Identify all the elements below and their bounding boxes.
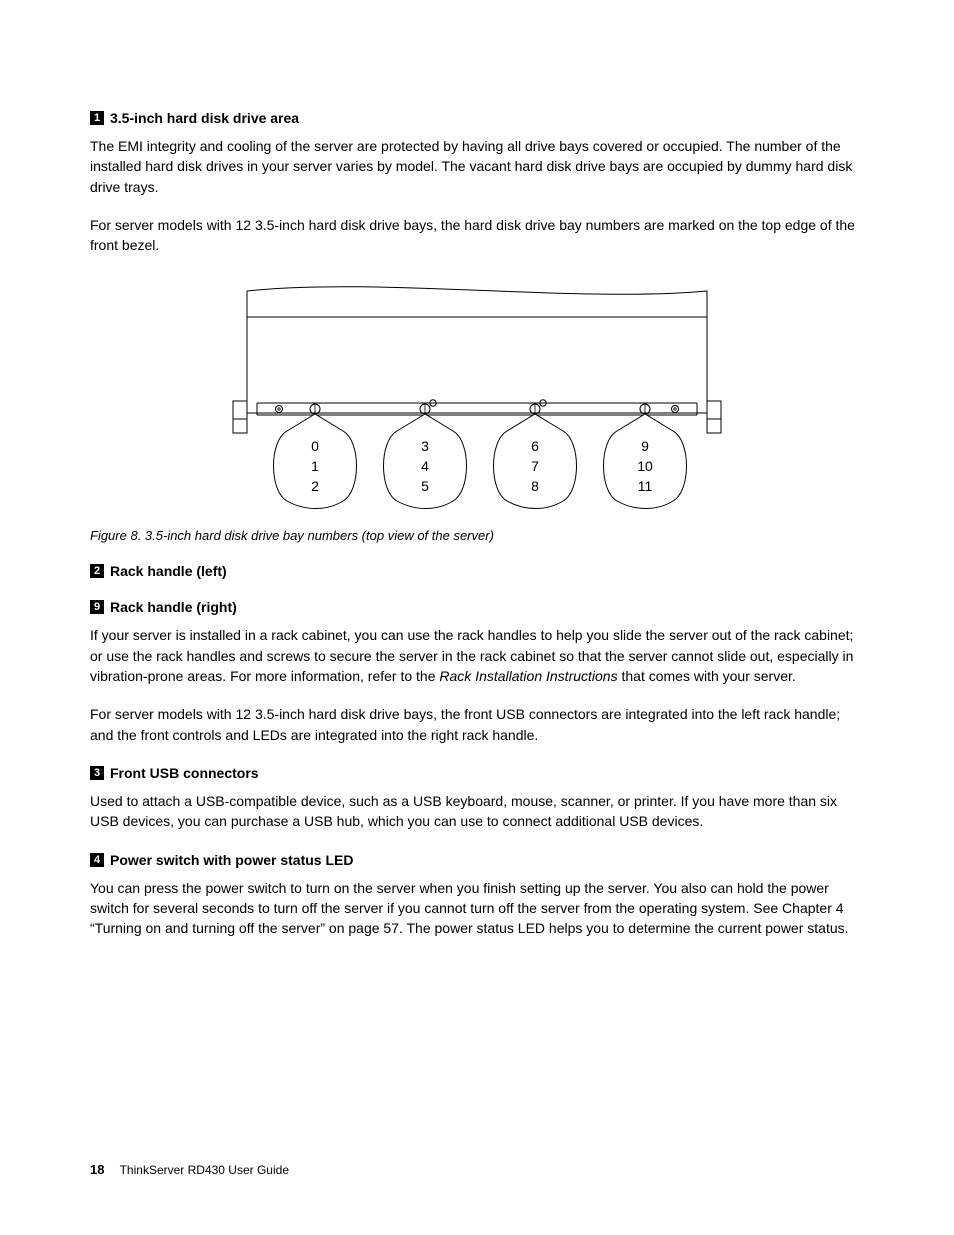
paragraph: Used to attach a USB-compatible device, …: [90, 791, 864, 832]
bay-group-1: 3 4 5: [384, 400, 467, 509]
bay-number: 10: [637, 458, 653, 474]
bay-number: 1: [311, 458, 319, 474]
paragraph: For server models with 12 3.5-inch hard …: [90, 704, 864, 745]
heading-hdd-area: 1 3.5-inch hard disk drive area: [90, 110, 864, 126]
callout-number: 4: [90, 853, 104, 867]
document-title: ThinkServer RD430 User Guide: [120, 1163, 289, 1177]
bay-number: 6: [531, 438, 539, 454]
paragraph-text: that comes with your server.: [618, 668, 796, 684]
callout-number: 9: [90, 600, 104, 614]
bay-group-0: 0 1 2: [274, 404, 357, 509]
page-number: 18: [90, 1162, 104, 1177]
heading-text: Rack handle (left): [110, 563, 227, 579]
bay-number: 7: [531, 458, 539, 474]
heading-text: Front USB connectors: [110, 765, 259, 781]
paragraph: If your server is installed in a rack ca…: [90, 625, 864, 686]
document-page: 1 3.5-inch hard disk drive area The EMI …: [0, 0, 954, 1235]
paragraph: For server models with 12 3.5-inch hard …: [90, 215, 864, 256]
heading-rack-handle-left: 2 Rack handle (left): [90, 563, 864, 579]
bay-number: 2: [311, 478, 319, 494]
bay-group-3: 9 10 11: [604, 404, 687, 509]
heading-text: Power switch with power status LED: [110, 852, 353, 868]
paragraph: You can press the power switch to turn o…: [90, 878, 864, 939]
reference-title: Rack Installation Instructions: [439, 668, 617, 684]
heading-power-switch: 4 Power switch with power status LED: [90, 852, 864, 868]
bay-number: 5: [421, 478, 429, 494]
bay-number: 9: [641, 438, 649, 454]
heading-text: Rack handle (right): [110, 599, 237, 615]
drive-bay-svg: 0 1 2 3 4 5 6 7 8: [227, 281, 727, 511]
page-footer: 18 ThinkServer RD430 User Guide: [90, 1162, 289, 1177]
callout-number: 3: [90, 766, 104, 780]
figure-caption: Figure 8. 3.5-inch hard disk drive bay n…: [90, 528, 864, 543]
figure-drive-bay-diagram: 0 1 2 3 4 5 6 7 8: [90, 281, 864, 514]
paragraph: The EMI integrity and cooling of the ser…: [90, 136, 864, 197]
bay-group-2: 6 7 8: [494, 400, 577, 509]
bay-number: 3: [421, 438, 429, 454]
callout-number: 2: [90, 564, 104, 578]
bay-number: 11: [638, 478, 653, 494]
bay-number: 4: [421, 458, 429, 474]
callout-number: 1: [90, 111, 104, 125]
bay-number: 0: [311, 438, 319, 454]
heading-rack-handle-right: 9 Rack handle (right): [90, 599, 864, 615]
heading-text: 3.5-inch hard disk drive area: [110, 110, 299, 126]
bay-number: 8: [531, 478, 539, 494]
heading-front-usb: 3 Front USB connectors: [90, 765, 864, 781]
